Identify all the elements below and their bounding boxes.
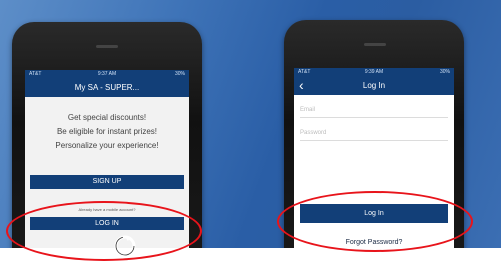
phone-speaker <box>364 43 386 46</box>
battery-label: 30% <box>439 69 450 75</box>
clock: 9:39 AM <box>364 69 384 75</box>
benefit-item: Be eligible for instant prizes! <box>56 127 158 136</box>
phone-speaker <box>96 45 118 48</box>
status-bar: AT&T 9:39 AM 30% <box>294 68 454 77</box>
email-field[interactable]: Email <box>300 97 448 118</box>
highlight-ellipse-login <box>6 201 202 261</box>
app-bar: My SA - SUPER... <box>25 79 189 97</box>
battery-label: 30% <box>174 71 185 77</box>
screenshot-canvas: AT&T 9:37 AM 30% My SA - SUPER... Get sp… <box>0 0 501 266</box>
app-title: Log In <box>362 81 386 90</box>
app-bar: ‹ Log In <box>294 77 454 95</box>
highlight-ellipse-forgot-password <box>277 191 473 252</box>
password-field[interactable]: Password <box>300 120 448 141</box>
benefit-item: Personalize your experience! <box>55 141 159 150</box>
reload-icon <box>114 235 136 257</box>
clock: 9:37 AM <box>97 71 117 77</box>
sign-up-button[interactable]: SIGN UP <box>30 175 184 189</box>
app-title: My SA - SUPER... <box>74 83 140 92</box>
benefits-list: Get special discounts! Be eligible for i… <box>25 111 189 153</box>
benefit-item: Get special discounts! <box>67 113 147 122</box>
back-icon[interactable]: ‹ <box>299 77 304 94</box>
status-bar: AT&T 9:37 AM 30% <box>25 70 189 79</box>
